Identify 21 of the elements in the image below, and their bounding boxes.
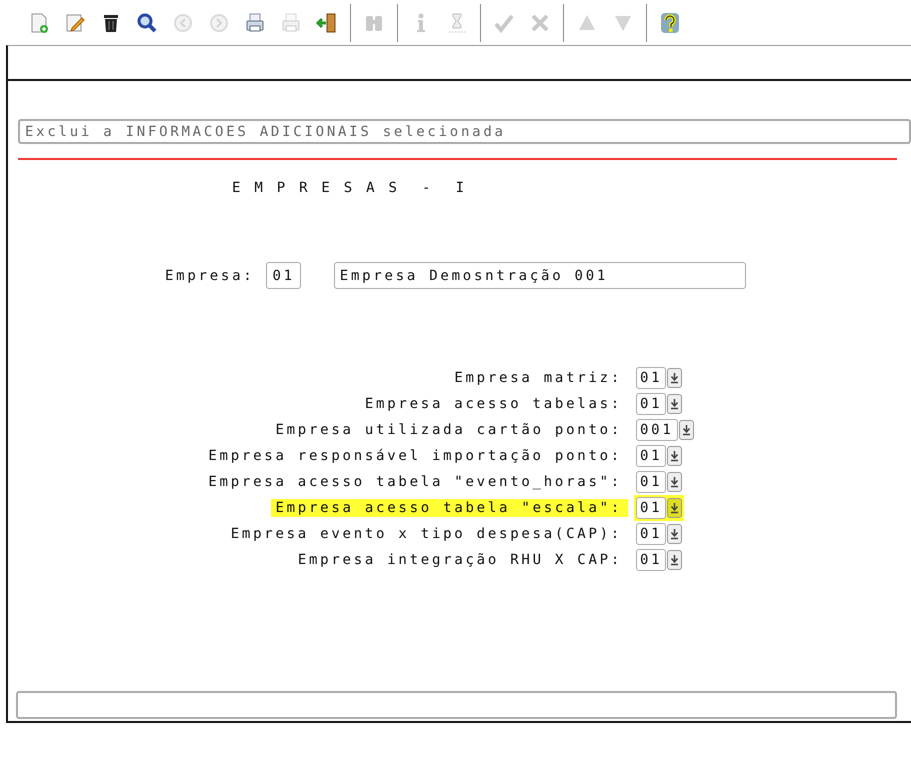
select-field[interactable]: 01	[636, 367, 666, 389]
name-field[interactable]: Empresa Demosntração 001	[334, 262, 746, 289]
message-field: Exclui a INFORMACOES ADICIONAIS selecionada	[18, 119, 911, 144]
code-field[interactable]: 01	[266, 262, 301, 289]
select-field[interactable]: 01	[636, 393, 666, 415]
field-label: Empresa integração RHU X CAP:	[296, 551, 623, 569]
select-field[interactable]: 01	[636, 549, 666, 571]
form-title: E M P R E S A S - I	[232, 180, 468, 196]
select-field[interactable]: 01	[636, 497, 666, 519]
field-label: Empresa evento x tipo despesa(CAP):	[230, 525, 623, 543]
field-label: Empresa acesso tabelas:	[364, 395, 623, 413]
field-label: Empresa acesso tabela "evento_horas":	[207, 473, 623, 491]
field-label: Empresa:	[165, 268, 254, 284]
select-field[interactable]: 001	[636, 419, 678, 441]
select-field[interactable]: 01	[636, 523, 666, 545]
field-label: Empresa acesso tabela "escala":	[271, 499, 628, 517]
field-label: Empresa matriz:	[453, 369, 623, 387]
select-field[interactable]: 01	[636, 445, 666, 467]
field-label: Empresa utilizada cartão ponto:	[274, 421, 623, 439]
select-field[interactable]: 01	[636, 471, 666, 493]
field-label: Empresa responsável importação ponto:	[207, 447, 623, 465]
